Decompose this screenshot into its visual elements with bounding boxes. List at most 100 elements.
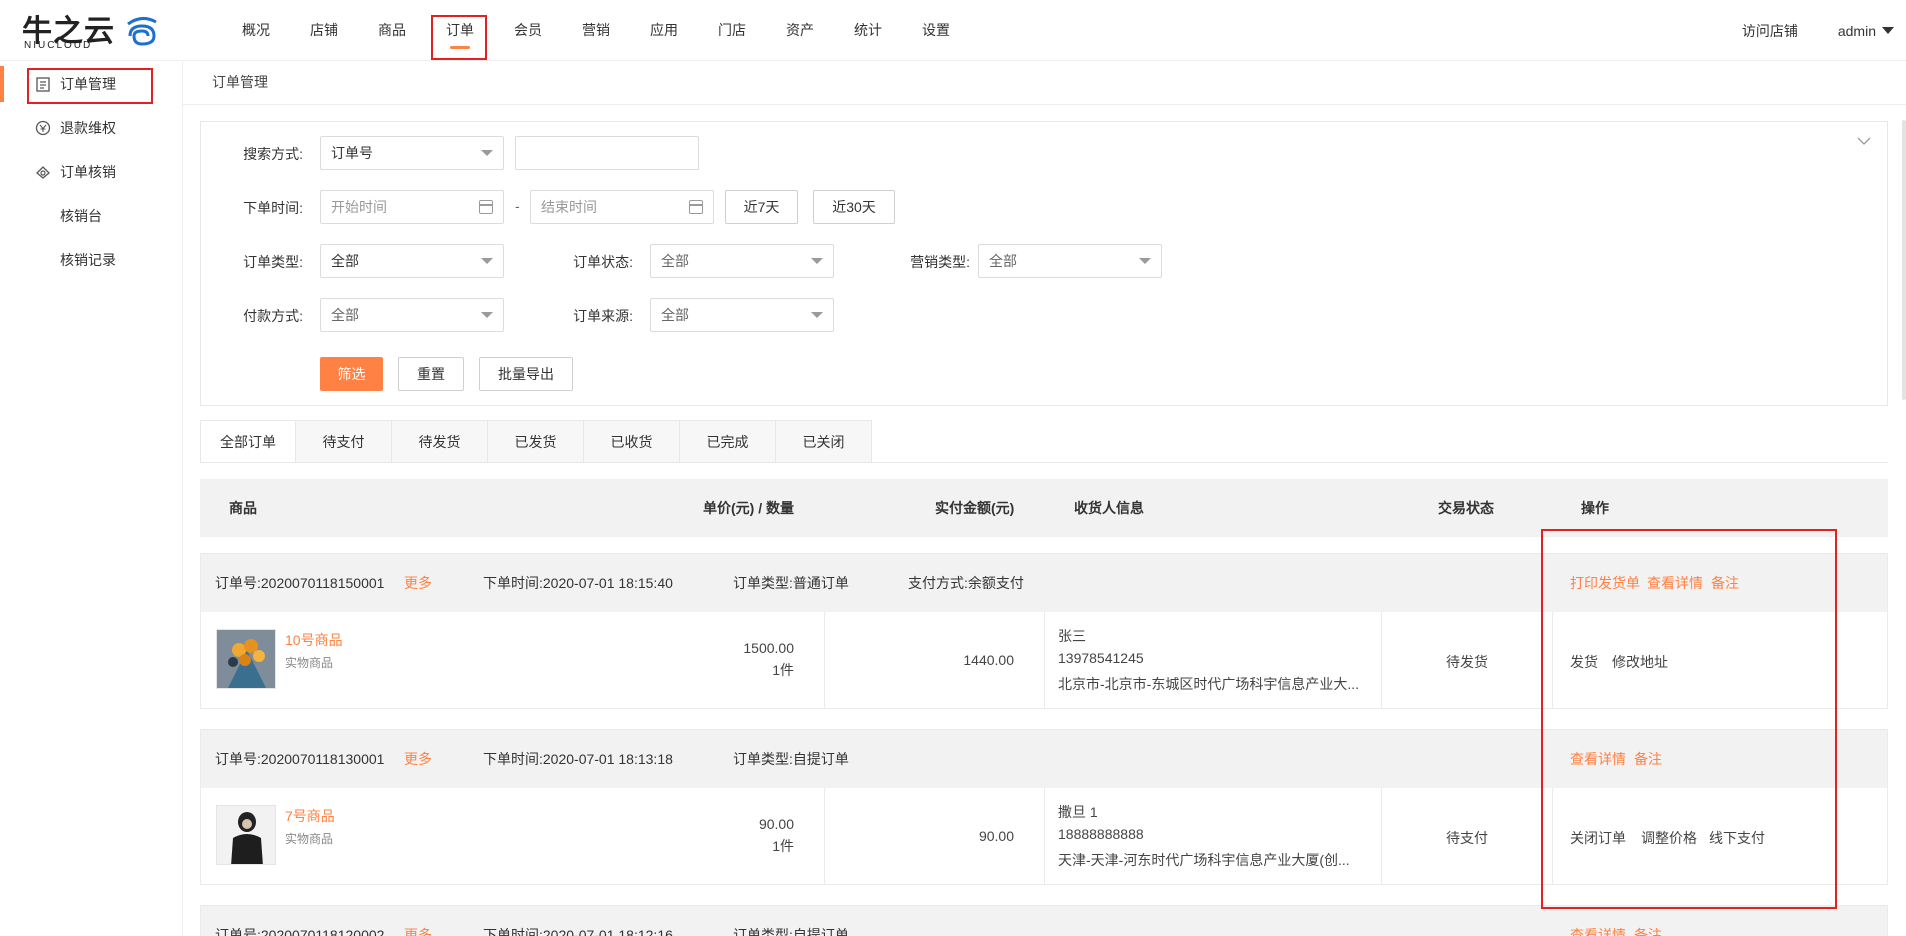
more-link[interactable]: 更多 xyxy=(404,554,432,612)
adjust-price-link[interactable]: 调整价格 xyxy=(1641,828,1697,848)
order-no-value: 2020070118150001 xyxy=(260,575,385,591)
tab-pending-payment[interactable]: 待支付 xyxy=(296,420,392,463)
view-detail-link[interactable]: 查看详情 xyxy=(1570,906,1626,936)
order-body: 7号商品 实物商品 90.00 1件 90.00 撒旦 1 1888888888… xyxy=(201,788,1887,884)
col-receiver: 收货人信息 xyxy=(1074,500,1144,516)
batch-export-button[interactable]: 批量导出 xyxy=(479,357,573,391)
goods-type: 实物商品 xyxy=(285,832,334,846)
edit-address-link[interactable]: 修改地址 xyxy=(1612,652,1668,672)
hoodie-person-image xyxy=(217,806,275,864)
remark-link[interactable]: 备注 xyxy=(1634,730,1662,788)
order-type-value: 全部 xyxy=(331,253,359,269)
tabs-divider xyxy=(200,462,1888,463)
nav-statistics[interactable]: 统计 xyxy=(834,0,902,61)
ship-link[interactable]: 发货 xyxy=(1570,652,1598,672)
nav-apps[interactable]: 应用 xyxy=(630,0,698,61)
goods-thumbnail[interactable] xyxy=(216,805,276,865)
pay-method-label: 支付方式: xyxy=(908,575,968,591)
price-cell: 90.00 1件 xyxy=(601,788,794,884)
last-30-days-button[interactable]: 近30天 xyxy=(813,190,895,224)
pay-method-value: 余额支付 xyxy=(967,575,1024,591)
filter-button[interactable]: 筛选 xyxy=(320,357,383,391)
order-head: 订单号:2020070118130001 更多 下单时间:2020-07-01 … xyxy=(201,730,1887,788)
pay-method-select[interactable]: 全部 xyxy=(320,298,504,332)
pay-method: 支付方式:余额支付 xyxy=(908,554,1024,612)
tab-received[interactable]: 已收货 xyxy=(584,420,680,463)
goods-thumbnail[interactable] xyxy=(216,629,276,689)
search-type-select[interactable]: 订单号 xyxy=(320,136,504,170)
price-cell: 1500.00 1件 xyxy=(601,612,794,708)
order-type-value: 自提订单 xyxy=(792,751,849,767)
order-time-value: 2020-07-01 18:12:16 xyxy=(542,927,673,936)
caret-down-icon xyxy=(811,312,823,318)
view-detail-link[interactable]: 查看详情 xyxy=(1570,730,1626,788)
tab-closed[interactable]: 已关闭 xyxy=(776,420,872,463)
start-time-input[interactable]: 开始时间 xyxy=(320,190,504,224)
order-type-label: 订单类型: xyxy=(733,575,793,591)
more-link[interactable]: 更多 xyxy=(404,906,432,936)
caret-down-icon xyxy=(811,258,823,264)
order-type: 订单类型:普通订单 xyxy=(733,554,849,612)
nav-marketing[interactable]: 营销 xyxy=(562,0,630,61)
nav-stores[interactable]: 门店 xyxy=(698,0,766,61)
tab-shipped[interactable]: 已发货 xyxy=(488,420,584,463)
goods-name-link[interactable]: 10号商品 xyxy=(285,630,343,650)
tab-all-orders[interactable]: 全部订单 xyxy=(200,420,296,463)
order-type: 订单类型:自提订单 xyxy=(733,730,849,788)
remark-link[interactable]: 备注 xyxy=(1634,906,1662,936)
visit-store-link[interactable]: 访问店铺 xyxy=(1742,21,1798,41)
more-link[interactable]: 更多 xyxy=(404,730,432,788)
highlight-box-nav xyxy=(431,15,487,60)
print-invoice-link[interactable]: 打印发货单 xyxy=(1570,554,1640,612)
order-source-select[interactable]: 全部 xyxy=(650,298,834,332)
nav-overview[interactable]: 概况 xyxy=(222,0,290,61)
caret-down-icon xyxy=(481,258,493,264)
search-type-label: 搜索方式: xyxy=(243,146,303,162)
start-time-placeholder: 开始时间 xyxy=(331,199,387,215)
tab-completed[interactable]: 已完成 xyxy=(680,420,776,463)
nav-store[interactable]: 店铺 xyxy=(290,0,358,61)
order-card: 订单号:2020070118150001 更多 下单时间:2020-07-01 … xyxy=(200,553,1888,709)
order-no-label: 订单号: xyxy=(215,575,261,591)
sidebar-item-verify-records[interactable]: 核销记录 xyxy=(0,240,183,280)
tab-pending-shipment[interactable]: 待发货 xyxy=(392,420,488,463)
sidebar-item-verify-desk[interactable]: 核销台 xyxy=(0,196,183,236)
pay-method-value: 全部 xyxy=(331,307,359,323)
user-menu[interactable]: admin xyxy=(1838,23,1894,39)
order-no: 订单号:2020070118130001 xyxy=(215,730,384,788)
calendar-icon xyxy=(479,200,493,214)
column-divider xyxy=(1552,788,1553,884)
logo-en-text: NIUCLOUD xyxy=(24,40,93,51)
order-type-select[interactable]: 全部 xyxy=(320,244,504,278)
last-7-days-button[interactable]: 近7天 xyxy=(725,190,798,224)
chevron-down-icon[interactable] xyxy=(1857,134,1871,148)
goods-name-link[interactable]: 7号商品 xyxy=(285,806,335,826)
pay-method-label: 付款方式: xyxy=(243,308,303,324)
sidebar-item-verify[interactable]: 订单核销 xyxy=(0,152,183,192)
goods-type: 实物商品 xyxy=(285,656,334,670)
offline-payment-link[interactable]: 线下支付 xyxy=(1709,828,1765,848)
trade-status: 待支付 xyxy=(1446,830,1488,846)
order-status-select[interactable]: 全部 xyxy=(650,244,834,278)
sidebar-item-refund[interactable]: 退款维权 xyxy=(0,108,183,148)
reset-button[interactable]: 重置 xyxy=(398,357,464,391)
remark-link[interactable]: 备注 xyxy=(1711,554,1739,612)
close-order-link[interactable]: 关闭订单 xyxy=(1570,828,1626,848)
marketing-type-select[interactable]: 全部 xyxy=(978,244,1162,278)
col-goods: 商品 xyxy=(229,500,257,516)
view-detail-link[interactable]: 查看详情 xyxy=(1647,554,1703,612)
order-head: 订单号:2020070118120002 更多 下单时间:2020-07-01 … xyxy=(201,906,1887,936)
search-input[interactable] xyxy=(515,136,699,170)
nav-settings[interactable]: 设置 xyxy=(902,0,970,61)
order-time-label: 下单时间: xyxy=(243,200,303,216)
end-time-input[interactable]: 结束时间 xyxy=(530,190,714,224)
caret-down-icon xyxy=(481,150,493,156)
scrollbar[interactable] xyxy=(1902,120,1906,400)
niucloud-logo[interactable]: 牛之云 NIUCLOUD xyxy=(22,10,162,52)
nav-assets[interactable]: 资产 xyxy=(766,0,834,61)
quantity: 1件 xyxy=(772,662,794,678)
sidebar-item-label: 核销记录 xyxy=(60,252,116,268)
order-no-value: 2020070118130001 xyxy=(260,751,385,767)
nav-members[interactable]: 会员 xyxy=(494,0,562,61)
nav-goods[interactable]: 商品 xyxy=(358,0,426,61)
